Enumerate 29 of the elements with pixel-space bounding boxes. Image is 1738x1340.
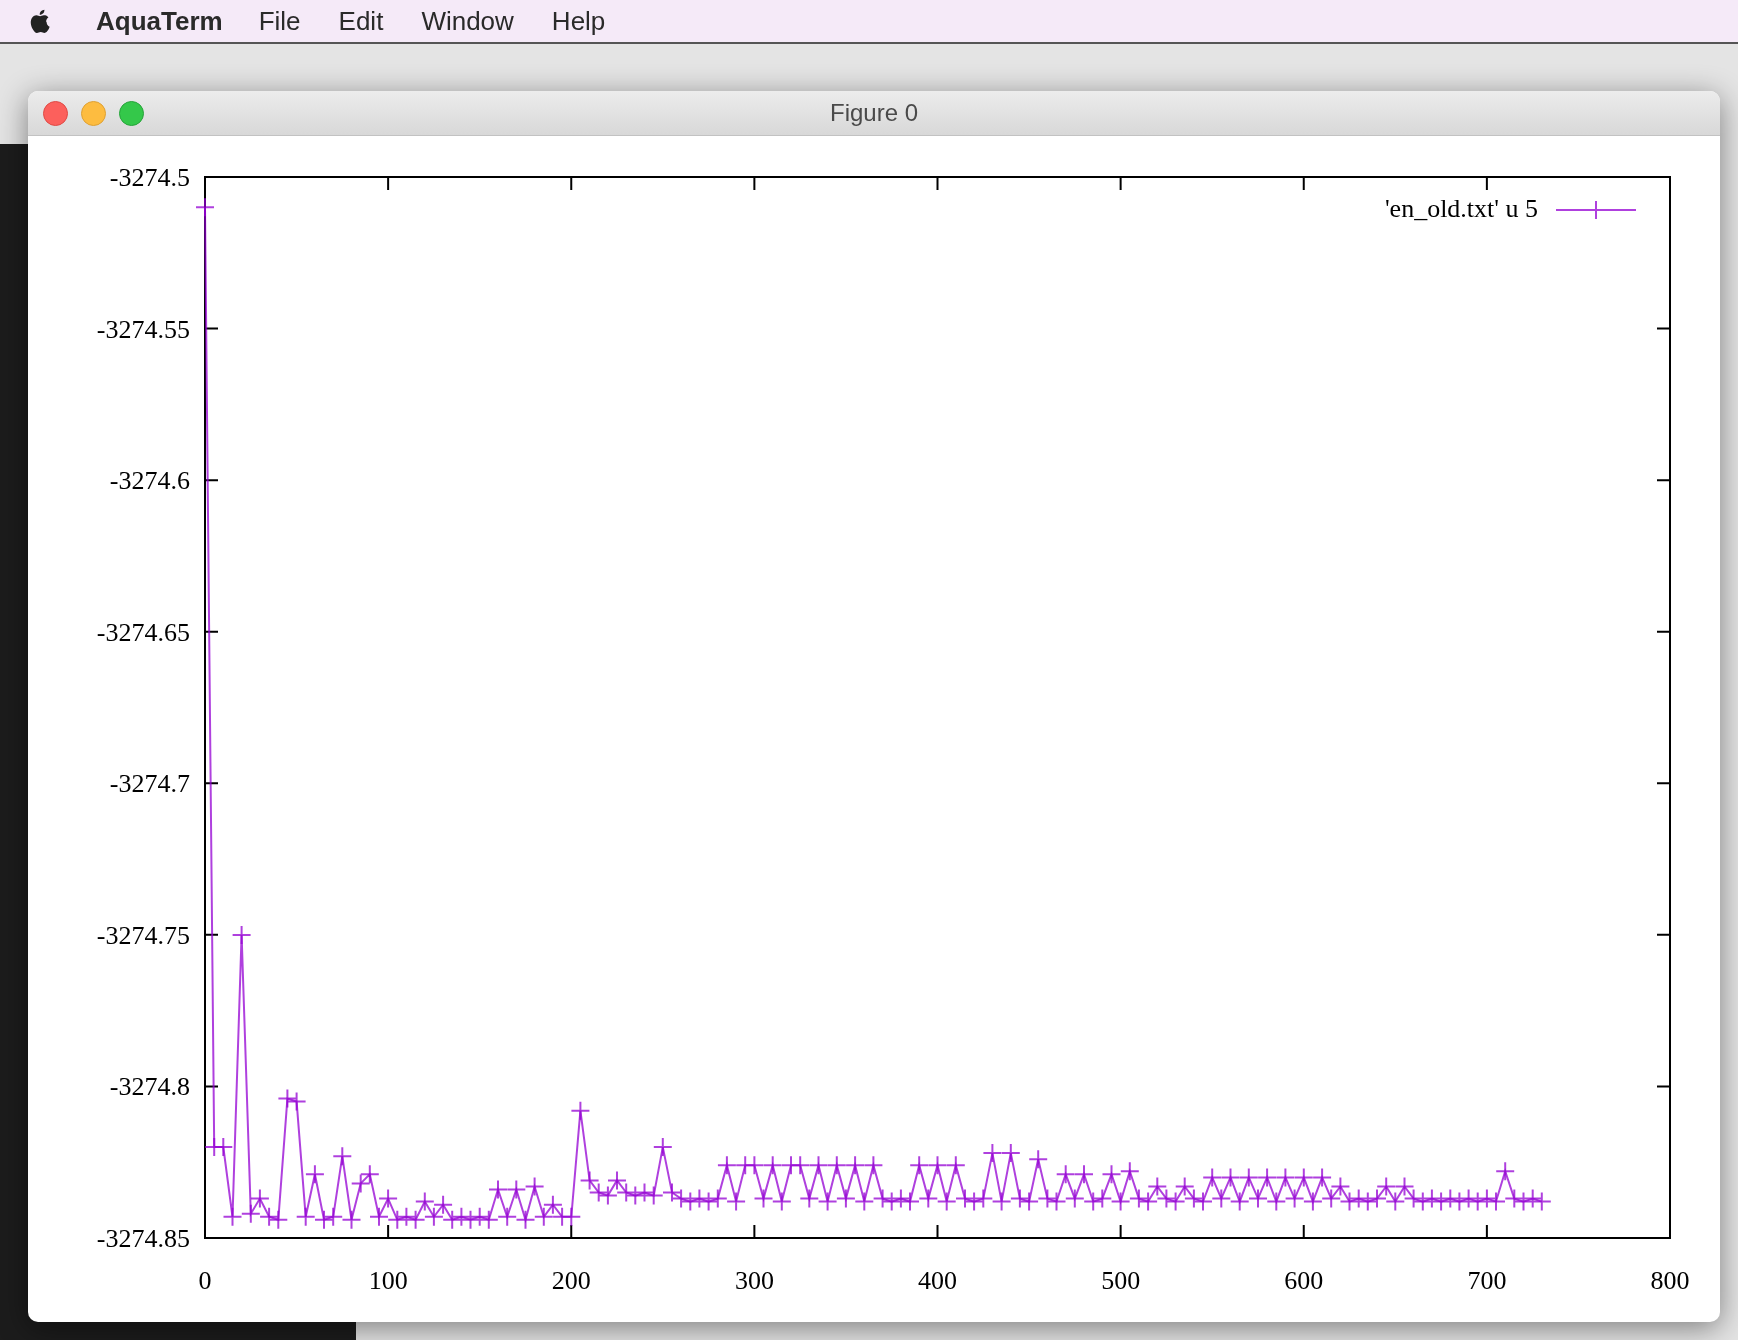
menu-item[interactable]: File (258, 5, 301, 37)
app-menu[interactable]: AquaTerm (96, 5, 223, 37)
x-tick-label: 0 (198, 1266, 212, 1295)
x-tick-label: 100 (368, 1266, 408, 1295)
y-tick-label: -3274.8 (109, 1072, 190, 1102)
x-tick-label: 300 (734, 1266, 774, 1295)
y-tick-label: -3274.55 (96, 314, 190, 344)
menu-item[interactable]: Window (421, 5, 514, 37)
apple-logo-icon[interactable] (28, 8, 50, 34)
y-tick-label: -3274.7 (109, 769, 190, 799)
x-tick-label: 800 (1650, 1266, 1690, 1295)
y-tick-label: -3274.85 (96, 1224, 190, 1253)
y-tick-label: -3274.5 (109, 163, 190, 192)
x-tick-label: 500 (1101, 1266, 1141, 1295)
y-tick-label: -3274.75 (96, 920, 190, 950)
y-tick-label: -3274.6 (109, 466, 190, 496)
x-tick-label: 200 (551, 1266, 591, 1295)
x-tick-label: 400 (918, 1266, 957, 1295)
close-button[interactable] (43, 100, 68, 126)
window-title: Figure 0 (830, 99, 918, 127)
menu-item[interactable]: Help (551, 5, 606, 37)
menu-item[interactable]: Edit (338, 5, 384, 37)
x-tick-label: 600 (1284, 1266, 1324, 1295)
minimize-button[interactable] (81, 100, 106, 126)
legend-line-icon (1555, 200, 1637, 220)
y-tick-label: -3274.65 (96, 617, 190, 647)
legend-label: 'en_old.txt' u 5 (1384, 194, 1538, 223)
x-tick-label: 700 (1467, 1266, 1507, 1295)
zoom-button[interactable] (119, 100, 144, 126)
